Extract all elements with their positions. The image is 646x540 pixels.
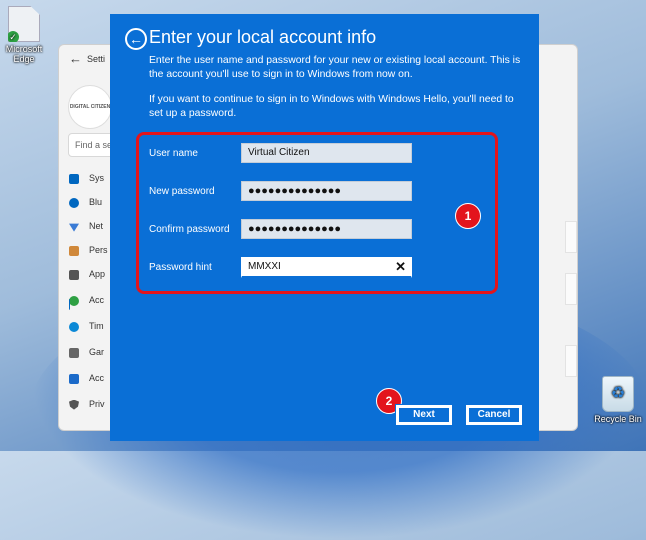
password-hint-label: Password hint [149, 262, 212, 273]
person-icon [69, 295, 79, 306]
brush-icon [69, 245, 79, 256]
settings-card-edge [565, 273, 577, 305]
password-hint-value: MMXXI [248, 261, 281, 272]
gamepad-icon [69, 347, 79, 358]
sidebar-item-label: Gar [89, 347, 105, 357]
file-icon: ✓ [8, 6, 40, 42]
confirm-password-field[interactable]: ●●●●●●●●●●●●●● [241, 219, 412, 239]
sidebar-item-label: Tim [89, 321, 104, 331]
next-button[interactable]: Next [395, 404, 453, 426]
new-password-label: New password [149, 186, 215, 197]
sidebar-item-label: Net [89, 221, 104, 231]
user-name-label: User name [149, 148, 198, 159]
sidebar-item-label: Acc [89, 295, 105, 305]
confirm-password-label: Confirm password [149, 224, 230, 235]
edge-icon-label: Microsoft Edge [5, 44, 43, 64]
sidebar-item-label: Pers [89, 245, 108, 255]
settings-card-edge [565, 345, 577, 377]
settings-card-edge [565, 221, 577, 253]
shield-icon [69, 399, 79, 410]
sync-check-icon: ✓ [8, 31, 19, 42]
user-name-field[interactable]: Virtual Citizen [241, 143, 412, 163]
avatar: DIGITAL CITIZEN [68, 85, 112, 129]
recycle-bin-label: Recycle Bin [594, 414, 642, 424]
cancel-button[interactable]: Cancel [465, 404, 523, 426]
password-hint-field[interactable]: MMXXI ✕ [241, 257, 412, 278]
new-password-field[interactable]: ●●●●●●●●●●●●●● [241, 181, 412, 201]
sidebar-item-label: Priv [89, 399, 105, 409]
apps-icon [69, 269, 79, 280]
back-arrow-icon[interactable]: ← [125, 28, 147, 50]
sidebar-item-label: Blu [89, 197, 103, 207]
edge-desktop-icon[interactable]: ✓ Microsoft Edge [0, 6, 54, 64]
sidebar-item-label: Sys [89, 173, 105, 183]
local-account-dialog: ← Enter your local account info Enter th… [110, 14, 539, 441]
recycle-bin-desktop-icon[interactable]: ♻ Recycle Bin [588, 376, 646, 424]
settings-title: Setti [87, 54, 106, 64]
dialog-description: Enter the user name and password for you… [149, 55, 521, 80]
bluetooth-icon [69, 197, 79, 208]
step-badge-1: 1 [455, 203, 481, 229]
sidebar-item-label: Acc [89, 373, 105, 383]
recycle-bin-icon: ♻ [602, 376, 634, 412]
wifi-icon [69, 223, 79, 232]
clock-icon [69, 321, 79, 332]
dialog-title: Enter your local account info [149, 27, 377, 47]
accessibility-icon [69, 373, 79, 384]
windows-hello-note: If you want to continue to sign in to Wi… [149, 94, 514, 119]
sidebar-item-label: App [89, 269, 106, 279]
settings-back-icon[interactable]: ← [69, 51, 82, 66]
monitor-icon [69, 173, 79, 184]
clear-field-icon[interactable]: ✕ [395, 258, 406, 276]
